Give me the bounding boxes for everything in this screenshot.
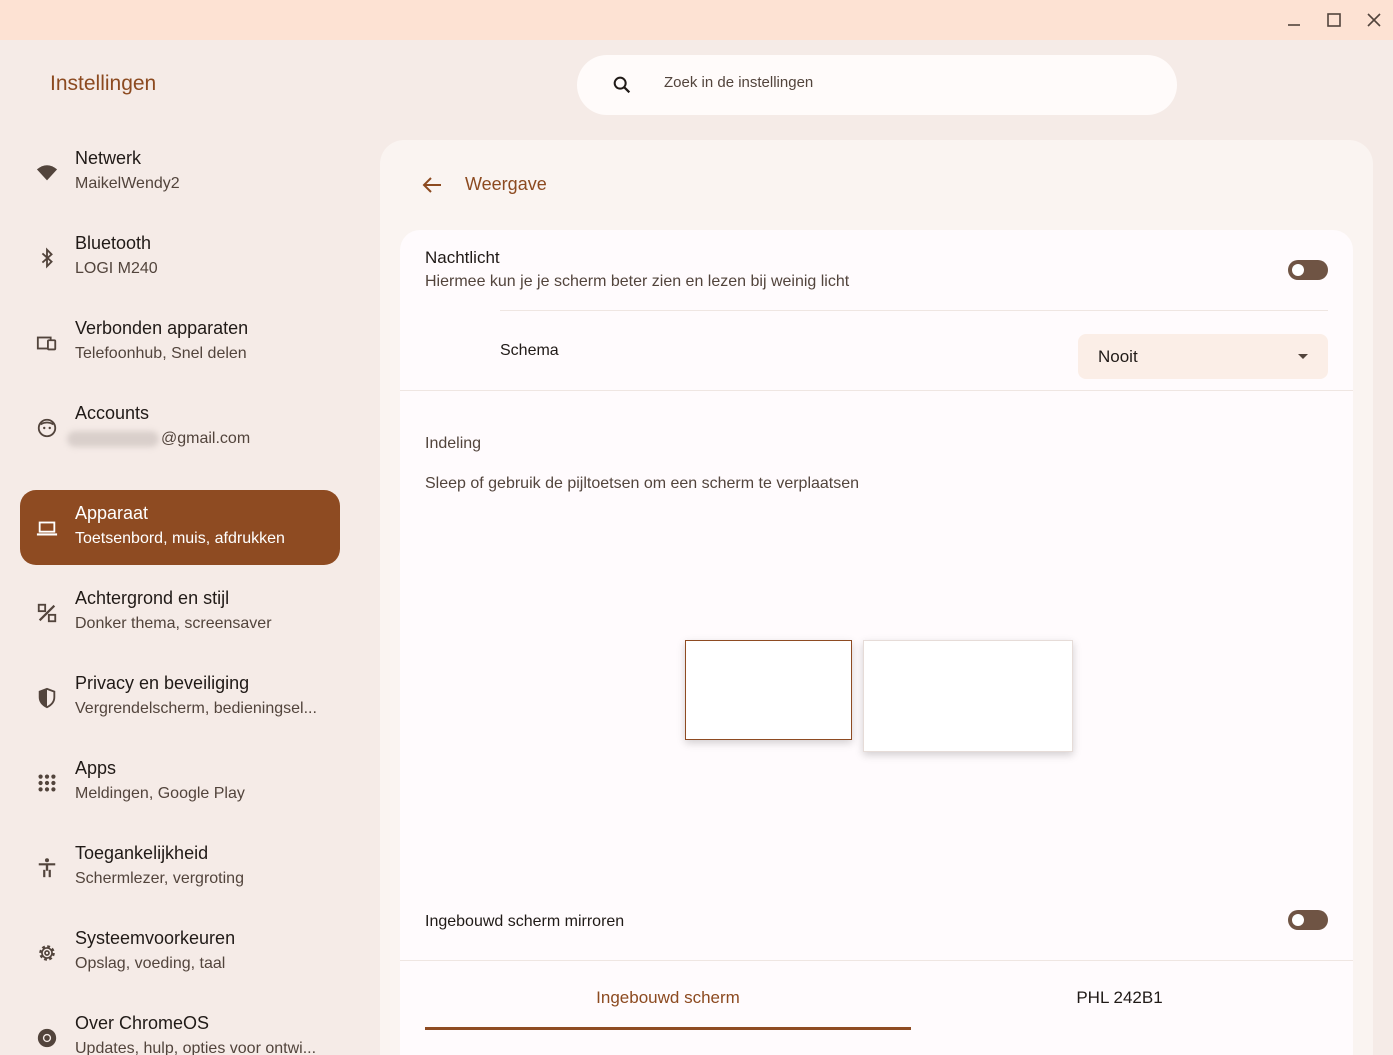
display-external-box[interactable] <box>863 640 1073 752</box>
sidebar-item-label: Achtergrond en stijl <box>75 588 230 608</box>
sidebar-item-netwerk[interactable]: Netwerk MaikelWendy2 <box>20 135 340 210</box>
search-bar[interactable]: Zoek in de instellingen <box>577 55 1177 115</box>
sidebar-item-label: Verbonden apparaten <box>75 318 249 338</box>
sidebar-item-label: Accounts <box>75 403 150 423</box>
schedule-select[interactable]: Nooit <box>1078 334 1328 379</box>
tab-builtin-display[interactable]: Ingebouwd scherm <box>425 988 911 1030</box>
maximize-icon[interactable] <box>1320 6 1348 34</box>
connected-devices-icon <box>35 331 59 355</box>
sidebar-item-subtitle: Meldingen, Google Play <box>75 785 245 802</box>
tab-indicator <box>425 1027 911 1030</box>
mirror-toggle[interactable] <box>1288 910 1328 930</box>
sidebar-item-label: Privacy en beveiliging <box>75 673 250 693</box>
email-domain: @gmail.com <box>161 430 251 447</box>
tab-phl-242b1[interactable]: PHL 242B1 <box>911 988 1328 1030</box>
bluetooth-icon <box>35 246 59 270</box>
sidebar-item-apparaat[interactable]: Apparaat Toetsenbord, muis, afdrukken <box>20 490 340 565</box>
search-input[interactable]: Zoek in de instellingen <box>664 74 813 91</box>
app-title: Instellingen <box>50 72 157 95</box>
display-settings-card: Nachtlicht Hiermee kun je je scherm bete… <box>400 230 1353 1055</box>
sidebar-item-achtergrond[interactable]: Achtergrond en stijl Donker thema, scree… <box>20 575 340 650</box>
sidebar-item-subtitle: Telefoonhub, Snel delen <box>75 345 247 362</box>
page-title: Weergave <box>465 174 547 194</box>
laptop-icon <box>35 516 59 540</box>
schedule-value: Nooit <box>1098 347 1138 366</box>
sidebar-item-subtitle: Updates, hulp, opties voor ontwi... <box>75 1040 317 1055</box>
sidebar-item-systeemvoorkeuren[interactable]: Systeemvoorkeuren Opslag, voeding, taal <box>20 915 340 990</box>
nightlight-description: Hiermee kun je je scherm beter zien en l… <box>425 273 850 290</box>
display-builtin-box[interactable] <box>685 640 852 740</box>
divider <box>400 390 1353 391</box>
sidebar-item-subtitle: MaikelWendy2 <box>75 175 180 192</box>
sidebar-item-subtitle: Opslag, voeding, taal <box>75 955 226 972</box>
schedule-label: Schema <box>500 342 559 359</box>
search-icon <box>611 74 633 96</box>
redacted-email <box>67 430 159 447</box>
dropdown-arrow-icon <box>1298 354 1308 359</box>
palette-brush-icon <box>35 601 59 625</box>
title-bar <box>0 0 1393 40</box>
sidebar-item-toegankelijkheid[interactable]: Toegankelijkheid Schermlezer, vergroting <box>20 830 340 905</box>
sidebar-item-apps[interactable]: Apps Meldingen, Google Play <box>20 745 340 820</box>
nightlight-title: Nachtlicht <box>425 248 500 267</box>
divider <box>500 310 1328 311</box>
accessibility-icon <box>35 856 59 880</box>
minimize-icon[interactable] <box>1280 6 1308 34</box>
sidebar-item-verbonden-apparaten[interactable]: Verbonden apparaten Telefoonhub, Snel de… <box>20 305 340 380</box>
gear-icon <box>35 941 59 965</box>
sidebar-item-over-chromeos[interactable]: Over ChromeOS Updates, hulp, opties voor… <box>20 1000 340 1055</box>
sidebar-item-label: Over ChromeOS <box>75 1013 210 1033</box>
sidebar-item-subtitle: @gmail.com <box>67 430 251 448</box>
sidebar-item-label: Toegankelijkheid <box>75 843 209 863</box>
sidebar-item-label: Apparaat <box>75 503 149 523</box>
apps-grid-icon <box>35 771 59 795</box>
close-icon[interactable] <box>1360 6 1388 34</box>
sidebar-item-label: Bluetooth <box>75 233 152 253</box>
sidebar-item-label: Systeemvoorkeuren <box>75 928 236 948</box>
mirror-label: Ingebouwd scherm mirroren <box>425 913 625 930</box>
shield-icon <box>35 686 59 710</box>
sidebar-item-subtitle: LOGI M240 <box>75 260 158 277</box>
tab-label: PHL 242B1 <box>1076 988 1163 1007</box>
arrangement-heading: Indeling <box>425 435 482 452</box>
sidebar-item-label: Apps <box>75 758 117 778</box>
divider <box>400 960 1353 961</box>
sidebar-item-subtitle: Vergrendelscherm, bedieningsel... <box>75 700 317 717</box>
sidebar-item-subtitle: Donker thema, screensaver <box>75 615 272 632</box>
sidebar-item-privacy[interactable]: Privacy en beveiliging Vergrendelscherm,… <box>20 660 340 735</box>
main-panel: Weergave Nachtlicht Hiermee kun je je sc… <box>380 140 1373 1055</box>
nightlight-toggle[interactable] <box>1288 260 1328 280</box>
sidebar-item-accounts[interactable]: Accounts @gmail.com <box>20 390 340 465</box>
back-arrow-icon[interactable] <box>420 173 446 199</box>
tab-label: Ingebouwd scherm <box>596 988 740 1007</box>
sidebar-item-bluetooth[interactable]: Bluetooth LOGI M240 <box>20 220 340 295</box>
chrome-icon <box>35 1026 59 1050</box>
sidebar-item-subtitle: Schermlezer, vergroting <box>75 870 244 887</box>
arrangement-instructions: Sleep of gebruik de pijltoetsen om een s… <box>425 475 860 492</box>
account-face-icon <box>35 416 59 440</box>
sidebar-item-subtitle: Toetsenbord, muis, afdrukken <box>75 530 285 547</box>
sidebar-item-label: Netwerk <box>75 148 142 168</box>
wifi-icon <box>35 161 59 185</box>
